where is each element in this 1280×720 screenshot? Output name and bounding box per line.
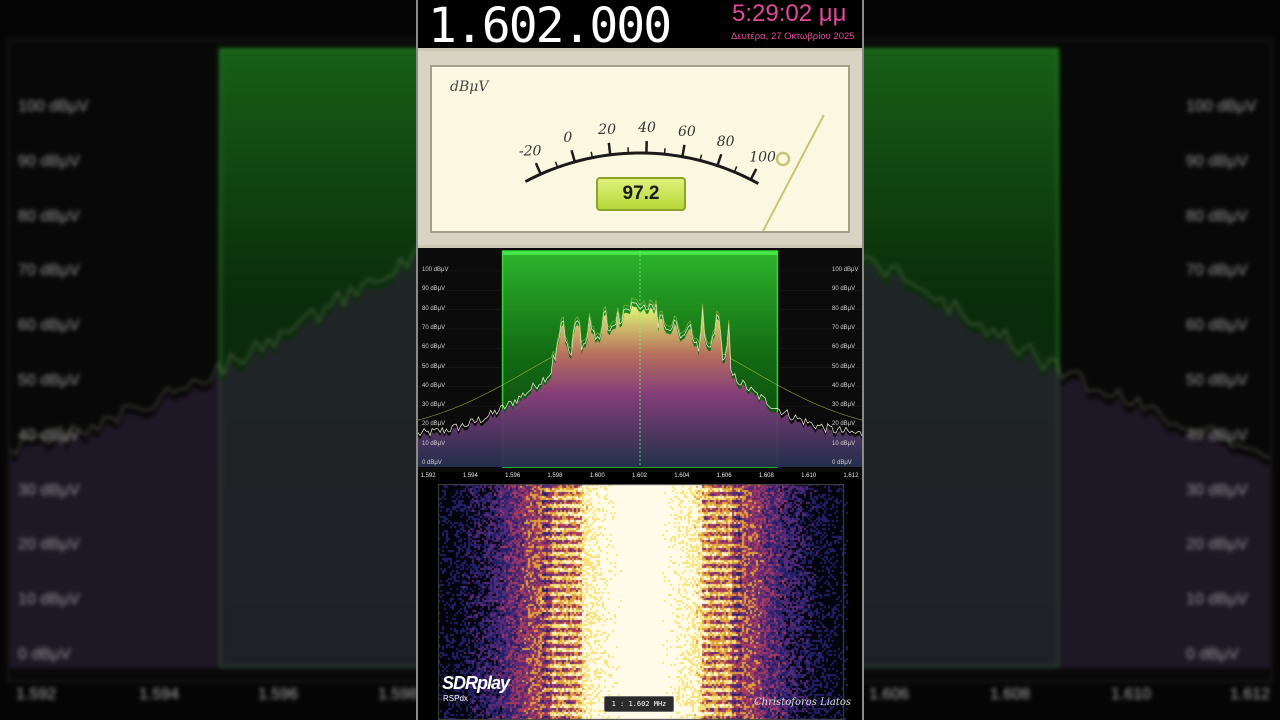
meter-unit-label: dBμV bbox=[450, 79, 490, 95]
db-label-left: 100 dBμV bbox=[422, 267, 449, 273]
db-label-left: 30 dBμV bbox=[422, 402, 446, 409]
meter-tick bbox=[534, 162, 542, 175]
meter-scale-label: -20 bbox=[519, 143, 542, 159]
background-db-label-right: 60 dBμV bbox=[1186, 317, 1248, 335]
background-db-label-left: 70 dBμV bbox=[18, 262, 80, 280]
meter-tick bbox=[716, 153, 723, 167]
clock-time: 5:29:02 μμ bbox=[732, 0, 847, 27]
background-frequency-label: 1.610 bbox=[1111, 686, 1152, 703]
frequency-tick-label: 1.612 bbox=[843, 473, 859, 479]
db-label-right: 60 dBμV bbox=[832, 344, 856, 351]
db-label-right: 100 dBμV bbox=[832, 267, 859, 273]
background-frequency-label: 1.596 bbox=[258, 686, 299, 703]
background-db-label-right: 90 dBμV bbox=[1186, 152, 1248, 170]
db-label-left: 60 dBμV bbox=[422, 344, 446, 351]
background-db-label-left: 10 dBμV bbox=[18, 591, 80, 609]
db-label-left: 70 dBμV bbox=[422, 324, 446, 331]
meter-needle bbox=[761, 114, 825, 231]
background-db-label-right: 30 dBμV bbox=[1186, 481, 1248, 499]
meter-scale-label: 40 bbox=[637, 120, 656, 136]
background-db-label-right: 0 dBμV bbox=[1186, 646, 1239, 663]
frequency-tick-label: 1.608 bbox=[758, 473, 774, 479]
background-db-label-right: 40 dBμV bbox=[1186, 426, 1248, 444]
background-db-label-right: 10 dBμV bbox=[1186, 591, 1248, 609]
background-db-label-left: 100 dBμV bbox=[18, 98, 89, 115]
background-frequency-label: 1.606 bbox=[869, 686, 910, 703]
zoom-indicator[interactable]: 1 : 1.602 MHz bbox=[604, 696, 674, 712]
meter-scale-label: 20 bbox=[597, 122, 616, 138]
spectrum-fill bbox=[418, 305, 862, 467]
background-db-label-right: 100 dBμV bbox=[1186, 98, 1257, 115]
frequency-readout[interactable]: 1.602.000 bbox=[428, 0, 672, 54]
meter-scale-label: 60 bbox=[678, 124, 696, 140]
meter-scale-label: 0 bbox=[563, 130, 572, 146]
background-frequency-label: 1.608 bbox=[990, 686, 1031, 703]
meter-value-display: 97.2 bbox=[596, 177, 686, 211]
db-label-left: 0 dBμV bbox=[422, 460, 442, 466]
db-label-right: 80 dBμV bbox=[832, 305, 856, 312]
background-db-label-left: 20 dBμV bbox=[18, 536, 80, 554]
date-text: Δευτέρα, 27 Οκτωβρίου 2025 bbox=[731, 31, 855, 42]
background-db-label-left: 0 dBμV bbox=[18, 646, 71, 663]
background-db-label-right: 50 dBμV bbox=[1186, 372, 1248, 389]
background-frequency-label: 1.598 bbox=[378, 686, 419, 703]
background-db-label-right: 20 dBμV bbox=[1186, 536, 1248, 554]
frequency-tick-label: 1.610 bbox=[801, 473, 817, 479]
meter-scale-label: 100 bbox=[749, 149, 776, 165]
frequency-tick-label: 1.606 bbox=[716, 473, 732, 479]
background-db-label-left: 90 dBμV bbox=[18, 152, 80, 170]
meter-face: dBμV -20 0 20 40 60 80 100 97.2 bbox=[430, 65, 850, 233]
frequency-tick-label: 1.598 bbox=[547, 473, 563, 479]
background-db-label-left: 40 dBμV bbox=[18, 426, 80, 444]
sdrplay-logo: SDRplay bbox=[442, 673, 510, 693]
db-label-left: 50 dBμV bbox=[422, 363, 446, 370]
frequency-header: 1.602.000 5:29:02 μμ Δευτέρα, 27 Οκτωβρί… bbox=[418, 0, 862, 54]
background-frequency-label: 1.612 bbox=[1230, 686, 1271, 703]
db-label-left: 90 dBμV bbox=[422, 286, 446, 293]
db-label-right: 90 dBμV bbox=[832, 286, 856, 293]
db-label-right: 30 dBμV bbox=[832, 402, 856, 409]
author-credit: Christoforos Liatos bbox=[754, 697, 852, 708]
background-db-label-left: 30 dBμV bbox=[18, 481, 80, 499]
s-meter: dBμV -20 0 20 40 60 80 100 97.2 bbox=[418, 51, 862, 248]
frequency-tick-label: 1.596 bbox=[505, 473, 521, 479]
db-label-right: 0 dBμV bbox=[832, 460, 852, 466]
frequency-tick-label: 1.600 bbox=[589, 473, 605, 479]
frequency-tick-label: 1.602 bbox=[632, 473, 648, 479]
db-label-left: 10 dBμV bbox=[422, 440, 446, 447]
meter-tick bbox=[733, 166, 738, 173]
db-label-left: 80 dBμV bbox=[422, 305, 446, 312]
db-label-left: 40 dBμV bbox=[422, 382, 446, 389]
sdr-display-panel: 1.602.000 5:29:02 μμ Δευτέρα, 27 Οκτωβρί… bbox=[416, 0, 864, 720]
frequency-axis: 1.592 1.594 1.596 1.598 1.600 1.602 1.604 1.606… bbox=[418, 472, 862, 484]
background-db-label-left: 80 dBμV bbox=[18, 207, 80, 225]
meter-tick bbox=[607, 142, 612, 155]
db-label-left: 20 dBμV bbox=[422, 421, 446, 428]
meter-tick bbox=[749, 168, 758, 181]
spectrum-display[interactable]: 100 dBμV 100 dBμV 90 dBμV 90 dBμV 80 dBμV 80 … bbox=[418, 248, 862, 472]
meter-scale-label: 80 bbox=[717, 134, 735, 150]
background-frequency-label: 1.592 bbox=[16, 686, 57, 703]
spectrum-plot[interactable] bbox=[418, 248, 862, 472]
meter-tick bbox=[681, 144, 686, 157]
background-db-label-left: 60 dBμV bbox=[18, 317, 80, 335]
meter-tick bbox=[663, 148, 666, 155]
device-model-label: RSPdx bbox=[443, 694, 468, 703]
db-label-right: 10 dBμV bbox=[832, 440, 856, 447]
frequency-tick-label: 1.594 bbox=[462, 473, 478, 479]
background-frequency-label: 1.594 bbox=[139, 686, 180, 703]
frequency-tick-label: 1.604 bbox=[674, 473, 690, 479]
db-label-right: 40 dBμV bbox=[832, 382, 856, 389]
background-db-label-right: 80 dBμV bbox=[1186, 207, 1248, 225]
db-label-right: 70 dBμV bbox=[832, 324, 856, 331]
frequency-tick-label: 1.592 bbox=[420, 473, 436, 479]
meter-tick bbox=[570, 149, 576, 163]
db-label-right: 50 dBμV bbox=[832, 363, 856, 370]
db-label-right: 20 dBμV bbox=[832, 421, 856, 428]
meter-needle-pivot bbox=[775, 151, 791, 167]
background-db-label-left: 50 dBμV bbox=[18, 372, 80, 389]
background-db-label-right: 70 dBμV bbox=[1186, 262, 1248, 280]
